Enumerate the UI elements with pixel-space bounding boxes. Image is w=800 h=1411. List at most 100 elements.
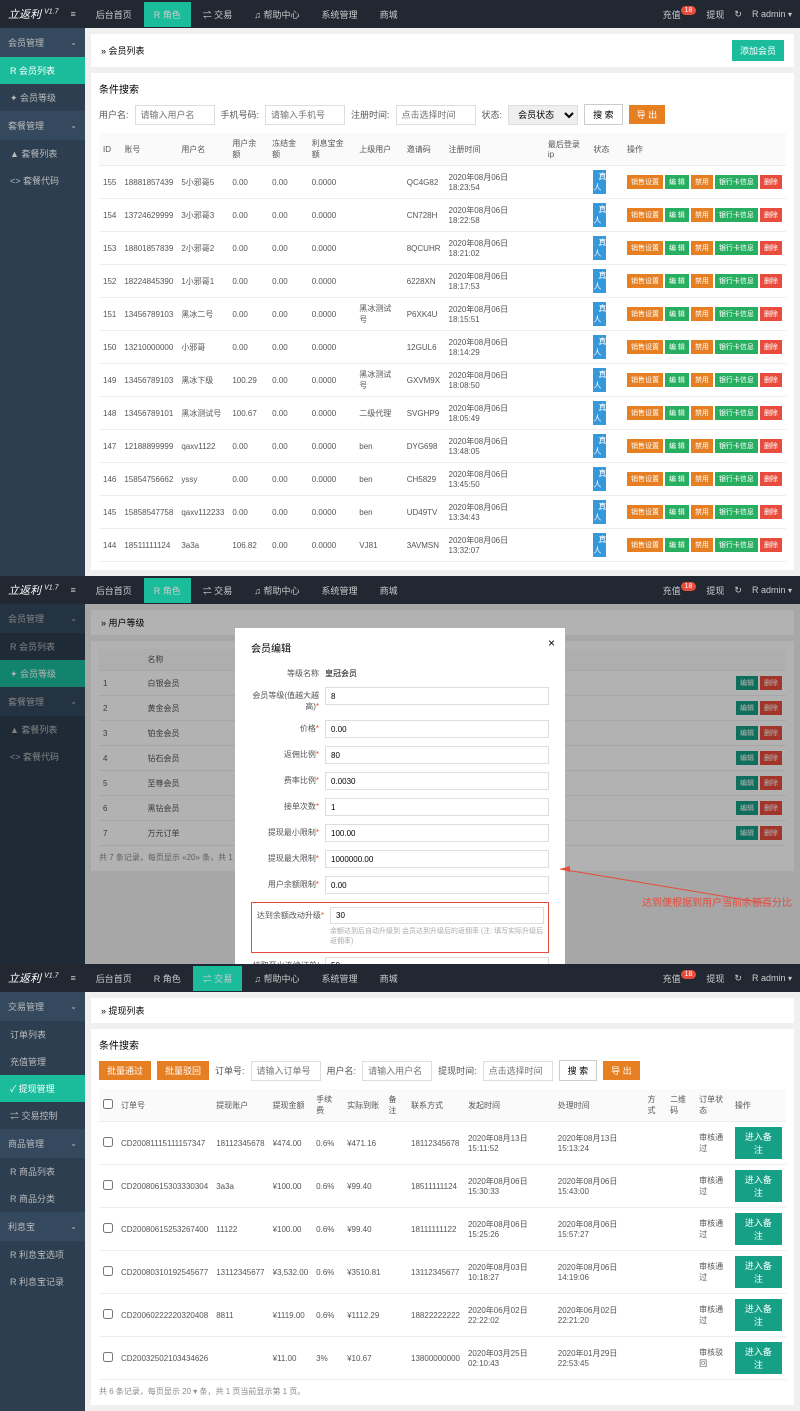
- level-input[interactable]: [325, 687, 549, 705]
- status-select[interactable]: 会员状态: [508, 105, 578, 125]
- topnav-item[interactable]: 系统管理: [312, 2, 368, 27]
- sidebar-item[interactable]: R 利息宝选项: [0, 1241, 85, 1268]
- min-input[interactable]: [325, 824, 549, 842]
- row-action-button[interactable]: 进入备注: [735, 1127, 782, 1159]
- topnav-item[interactable]: R 角色: [144, 578, 191, 603]
- topnav-item[interactable]: R 角色: [144, 2, 191, 27]
- sidebar-item[interactable]: ✓ 提现管理: [0, 1075, 85, 1102]
- row-action-button[interactable]: 银行卡信息: [715, 406, 758, 420]
- menu-toggle-icon[interactable]: ≡: [70, 973, 75, 983]
- sidebar-item[interactable]: 利息宝⌄: [0, 1212, 85, 1241]
- count-input[interactable]: [325, 798, 549, 816]
- row-action-button[interactable]: 银行卡信息: [715, 472, 758, 486]
- user-menu[interactable]: R admin ▾: [752, 585, 792, 595]
- sidebar-item[interactable]: ⇌ 交易控制: [0, 1102, 85, 1129]
- price-input[interactable]: [325, 720, 549, 738]
- row-action-button[interactable]: 删除: [760, 439, 782, 453]
- sidebar-item[interactable]: R 商品列表: [0, 1158, 85, 1185]
- menu-toggle-icon[interactable]: ≡: [70, 9, 75, 19]
- sidebar-item[interactable]: R 会员列表: [0, 57, 85, 84]
- topnav-item[interactable]: 后台首页: [86, 966, 142, 991]
- row-action-button[interactable]: 禁用: [691, 274, 713, 288]
- user-menu[interactable]: R admin ▾: [752, 973, 792, 983]
- row-action-button[interactable]: 银行卡信息: [715, 274, 758, 288]
- pending-link[interactable]: 充值18: [663, 972, 697, 985]
- row-action-button[interactable]: 进入备注: [735, 1256, 782, 1288]
- withdraw-link[interactable]: 提现: [706, 8, 724, 21]
- topnav-item[interactable]: 商城: [370, 2, 408, 27]
- row-action-button[interactable]: 银行卡信息: [715, 505, 758, 519]
- row-action-button[interactable]: 编 辑: [665, 538, 689, 552]
- order-input[interactable]: [251, 1061, 321, 1081]
- row-action-button[interactable]: 删除: [760, 406, 782, 420]
- close-icon[interactable]: ×: [548, 636, 555, 650]
- user-input[interactable]: [362, 1061, 432, 1081]
- pending-link[interactable]: 充值18: [663, 8, 697, 21]
- pending-link[interactable]: 充值18: [663, 584, 697, 597]
- row-action-button[interactable]: 编 辑: [665, 472, 689, 486]
- row-action-button[interactable]: 编 辑: [665, 307, 689, 321]
- row-action-button[interactable]: 销售设置: [627, 175, 663, 189]
- add-member-button[interactable]: 添加会员: [732, 40, 784, 61]
- topnav-item[interactable]: ⇌ 交易: [193, 578, 243, 603]
- username-input[interactable]: [135, 105, 215, 125]
- withdraw-link[interactable]: 提现: [706, 972, 724, 985]
- row-action-button[interactable]: 编 辑: [665, 439, 689, 453]
- row-action-button[interactable]: 禁用: [691, 472, 713, 486]
- sidebar-item[interactable]: <> 套餐代码: [0, 167, 85, 194]
- topnav-item[interactable]: R 角色: [144, 966, 191, 991]
- topnav-item[interactable]: 后台首页: [86, 578, 142, 603]
- row-action-button[interactable]: 禁用: [691, 175, 713, 189]
- topnav-item[interactable]: 系统管理: [312, 966, 368, 991]
- sidebar-item[interactable]: ✦ 会员等级: [0, 84, 85, 111]
- row-action-button[interactable]: 禁用: [691, 307, 713, 321]
- export-button[interactable]: 导 出: [603, 1061, 640, 1080]
- row-action-button[interactable]: 进入备注: [735, 1213, 782, 1245]
- row-action-button[interactable]: 销售设置: [627, 439, 663, 453]
- sidebar-item[interactable]: 套餐管理⌄: [0, 111, 85, 140]
- row-action-button[interactable]: 银行卡信息: [715, 241, 758, 255]
- row-action-button[interactable]: 银行卡信息: [715, 373, 758, 387]
- row-action-button[interactable]: 禁用: [691, 241, 713, 255]
- topnav-item[interactable]: ⇌ 交易: [193, 966, 243, 991]
- row-action-button[interactable]: 编 辑: [665, 208, 689, 222]
- upgrade-input[interactable]: [330, 907, 544, 924]
- row-action-button[interactable]: 删除: [760, 274, 782, 288]
- refresh-icon[interactable]: ↻: [734, 9, 742, 20]
- search-button[interactable]: 搜 索: [584, 104, 623, 125]
- row-action-button[interactable]: 银行卡信息: [715, 307, 758, 321]
- row-action-button[interactable]: 销售设置: [627, 274, 663, 288]
- row-checkbox[interactable]: [103, 1352, 113, 1362]
- topnav-item[interactable]: 商城: [370, 966, 408, 991]
- row-action-button[interactable]: 银行卡信息: [715, 439, 758, 453]
- batch-pass-button[interactable]: 批量通过: [99, 1061, 151, 1080]
- row-action-button[interactable]: 删除: [760, 175, 782, 189]
- topnav-item[interactable]: 系统管理: [312, 578, 368, 603]
- row-action-button[interactable]: 银行卡信息: [715, 538, 758, 552]
- row-action-button[interactable]: 删除: [760, 241, 782, 255]
- row-action-button[interactable]: 删除: [760, 307, 782, 321]
- row-action-button[interactable]: 删除: [760, 505, 782, 519]
- row-action-button[interactable]: 销售设置: [627, 373, 663, 387]
- topnav-item[interactable]: 商城: [370, 578, 408, 603]
- sidebar-item[interactable]: 充值管理: [0, 1048, 85, 1075]
- phone-input[interactable]: [265, 105, 345, 125]
- topnav-item[interactable]: ♫ 帮助中心: [244, 2, 309, 27]
- max-input[interactable]: [325, 850, 549, 868]
- topnav-item[interactable]: 后台首页: [86, 2, 142, 27]
- row-action-button[interactable]: 编 辑: [665, 241, 689, 255]
- time-input[interactable]: [483, 1061, 553, 1081]
- row-action-button[interactable]: 删除: [760, 340, 782, 354]
- row-checkbox[interactable]: [103, 1137, 113, 1147]
- sidebar-head[interactable]: 会员管理⌄: [0, 28, 85, 57]
- row-action-button[interactable]: 禁用: [691, 406, 713, 420]
- row-action-button[interactable]: 销售设置: [627, 406, 663, 420]
- sidebar-item[interactable]: 商品管理⌄: [0, 1129, 85, 1158]
- row-action-button[interactable]: 进入备注: [735, 1342, 782, 1374]
- refresh-icon[interactable]: ↻: [734, 585, 742, 596]
- row-action-button[interactable]: 销售设置: [627, 241, 663, 255]
- refresh-icon[interactable]: ↻: [734, 973, 742, 984]
- sidebar-item[interactable]: ▲ 套餐列表: [0, 140, 85, 167]
- row-action-button[interactable]: 银行卡信息: [715, 208, 758, 222]
- export-button[interactable]: 导 出: [629, 105, 666, 124]
